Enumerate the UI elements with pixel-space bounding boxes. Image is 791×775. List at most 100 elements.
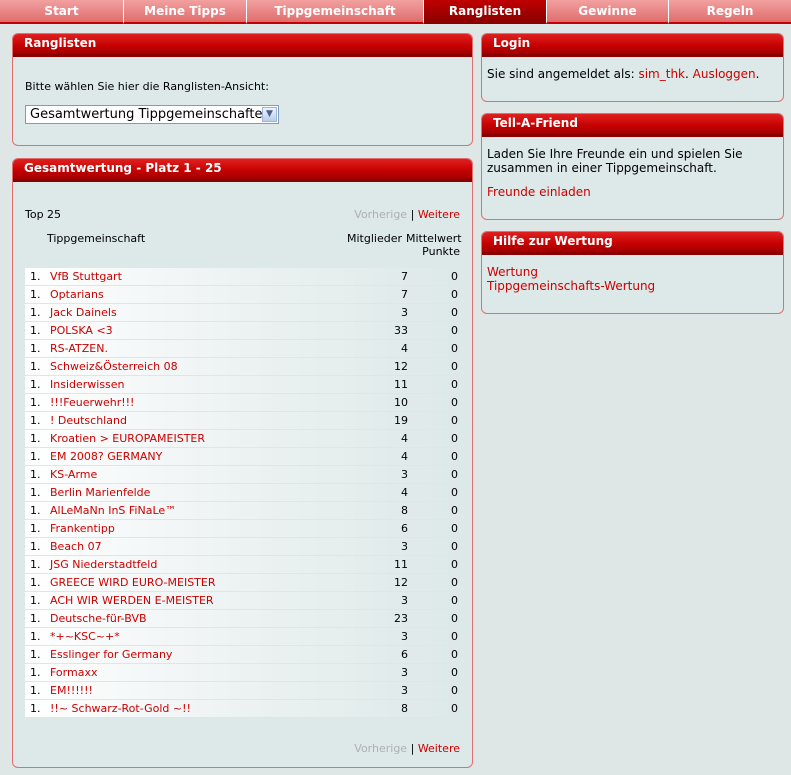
row-team-link[interactable]: RS-ATZEN. xyxy=(50,340,108,357)
row-position: 1. xyxy=(30,450,41,463)
table-row: 1. Jack Dainels 3 0 xyxy=(25,304,462,322)
row-members: 3 xyxy=(401,684,408,697)
table-row: 1. GREECE WIRD EURO-MEISTER 12 0 xyxy=(25,574,462,592)
row-position: 1. xyxy=(30,702,41,715)
next-link-bottom[interactable]: Weitere xyxy=(418,742,460,755)
row-team-link[interactable]: !!!Feuerwehr!!! xyxy=(50,394,134,411)
table-row: 1. JSG Niederstadtfeld 11 0 xyxy=(25,556,462,574)
row-members: 7 xyxy=(401,270,408,283)
tab-regeln[interactable]: Regeln xyxy=(669,0,791,24)
row-members: 19 xyxy=(394,414,408,427)
row-position: 1. xyxy=(30,612,41,625)
row-team-link[interactable]: EM!!!!!! xyxy=(50,682,93,699)
username-link[interactable]: sim_thk xyxy=(638,67,685,81)
row-team-link[interactable]: POLSKA <3 xyxy=(50,322,113,339)
tab-gewinne[interactable]: Gewinne xyxy=(547,0,669,24)
row-team-link[interactable]: Insiderwissen xyxy=(50,376,125,393)
table-row: 1. Schweiz&Österreich 08 12 0 xyxy=(25,358,462,376)
row-members: 4 xyxy=(401,432,408,445)
logout-dot: . xyxy=(755,67,760,81)
row-members: 7 xyxy=(401,288,408,301)
row-position: 1. xyxy=(30,324,41,337)
row-avg-points: 0 xyxy=(451,522,458,535)
row-team-link[interactable]: GREECE WIRD EURO-MEISTER xyxy=(50,574,215,591)
row-position: 1. xyxy=(30,486,41,499)
row-team-link[interactable]: KS-Arme xyxy=(50,466,97,483)
row-members: 3 xyxy=(401,468,408,481)
row-team-link[interactable]: Berlin Marienfelde xyxy=(50,484,150,501)
table-row: 1. EM 2008? GERMANY 4 0 xyxy=(25,448,462,466)
ranking-view-select[interactable]: Gesamtwertung Tippgemeinschaften ▼ xyxy=(25,105,279,124)
row-team-link[interactable]: Kroatien > EUROPAMEISTER xyxy=(50,430,205,447)
row-avg-points: 0 xyxy=(451,450,458,463)
row-position: 1. xyxy=(30,270,41,283)
table-row: 1. !!~ Schwarz-Rot-Gold ~!! 8 0 xyxy=(25,700,462,718)
row-avg-points: 0 xyxy=(451,378,458,391)
logout-link[interactable]: Ausloggen xyxy=(693,67,756,81)
row-team-link[interactable]: Jack Dainels xyxy=(50,304,117,321)
row-team-link[interactable]: Schweiz&Österreich 08 xyxy=(50,358,178,375)
row-position: 1. xyxy=(30,378,41,391)
col-header-avg: Mittelwert Punkte xyxy=(406,232,462,258)
row-avg-points: 0 xyxy=(451,306,458,319)
row-position: 1. xyxy=(30,594,41,607)
row-team-link[interactable]: AlLeMaNn InS FiNaLe™ xyxy=(50,502,176,519)
invite-friends-link[interactable]: Freunde einladen xyxy=(487,185,591,199)
row-avg-points: 0 xyxy=(451,612,458,625)
row-team-link[interactable]: Beach 07 xyxy=(50,538,102,555)
row-position: 1. xyxy=(30,666,41,679)
row-team-link[interactable]: Deutsche-für-BVB xyxy=(50,610,147,627)
row-members: 6 xyxy=(401,648,408,661)
main-nav: Start Meine Tipps Tippgemeinschaft Rangl… xyxy=(0,0,791,24)
login-title: Login xyxy=(482,34,783,57)
row-members: 8 xyxy=(401,702,408,715)
row-team-link[interactable]: JSG Niederstadtfeld xyxy=(50,556,157,573)
row-avg-points: 0 xyxy=(451,540,458,553)
tab-ranglisten[interactable]: Ranglisten xyxy=(424,0,547,24)
tell-a-friend-panel: Tell-A-Friend Laden Sie Ihre Freunde ein… xyxy=(481,113,784,220)
login-panel: Login Sie sind angemeldet als: sim_thk. … xyxy=(481,33,784,102)
tab-tippgemeinschaft[interactable]: Tippgemeinschaft xyxy=(247,0,424,24)
row-position: 1. xyxy=(30,540,41,553)
row-avg-points: 0 xyxy=(451,576,458,589)
table-row: 1. Esslinger for Germany 6 0 xyxy=(25,646,462,664)
row-members: 11 xyxy=(394,558,408,571)
row-position: 1. xyxy=(30,288,41,301)
next-link[interactable]: Weitere xyxy=(418,208,460,221)
tab-start[interactable]: Start xyxy=(0,0,124,24)
row-avg-points: 0 xyxy=(451,486,458,499)
row-members: 3 xyxy=(401,306,408,319)
row-team-link[interactable]: ! Deutschland xyxy=(50,412,127,429)
row-position: 1. xyxy=(30,558,41,571)
wertung-link[interactable]: Wertung xyxy=(487,265,538,279)
tippgemeinschafts-wertung-link[interactable]: Tippgemeinschafts-Wertung xyxy=(487,279,655,293)
row-team-link[interactable]: Esslinger for Germany xyxy=(50,646,172,663)
table-row: 1. ACH WIR WERDEN E-MEISTER 3 0 xyxy=(25,592,462,610)
row-team-link[interactable]: ACH WIR WERDEN E-MEISTER xyxy=(50,592,214,609)
row-position: 1. xyxy=(30,576,41,589)
tab-meine-tipps[interactable]: Meine Tipps xyxy=(124,0,247,24)
row-position: 1. xyxy=(30,630,41,643)
chevron-down-icon[interactable]: ▼ xyxy=(262,107,277,122)
row-avg-points: 0 xyxy=(451,468,458,481)
row-team-link[interactable]: *+~KSC~+* xyxy=(50,628,120,645)
table-row: 1. Deutsche-für-BVB 23 0 xyxy=(25,610,462,628)
col-header-name: Tippgemeinschaft xyxy=(47,232,146,245)
row-team-link[interactable]: VfB Stuttgart xyxy=(50,268,122,285)
row-team-link[interactable]: Frankentipp xyxy=(50,520,115,537)
row-team-link[interactable]: Formaxx xyxy=(50,664,97,681)
row-members: 33 xyxy=(394,324,408,337)
row-team-link[interactable]: EM 2008? GERMANY xyxy=(50,448,162,465)
row-position: 1. xyxy=(30,504,41,517)
table-row: 1. AlLeMaNn InS FiNaLe™ 8 0 xyxy=(25,502,462,520)
ranglisten-title: Ranglisten xyxy=(13,34,472,57)
ranking-rows: 1. VfB Stuttgart 7 0 1. Optarians 7 0 1. Jack Dai… xyxy=(25,268,462,718)
row-members: 12 xyxy=(394,360,408,373)
table-row: 1. Frankentipp 6 0 xyxy=(25,520,462,538)
row-members: 4 xyxy=(401,450,408,463)
table-row: 1. *+~KSC~+* 3 0 xyxy=(25,628,462,646)
tell-a-friend-text: Laden Sie Ihre Freunde ein und spielen S… xyxy=(487,147,743,175)
table-row: 1. KS-Arme 3 0 xyxy=(25,466,462,484)
row-team-link[interactable]: Optarians xyxy=(50,286,104,303)
row-team-link[interactable]: !!~ Schwarz-Rot-Gold ~!! xyxy=(50,700,191,717)
